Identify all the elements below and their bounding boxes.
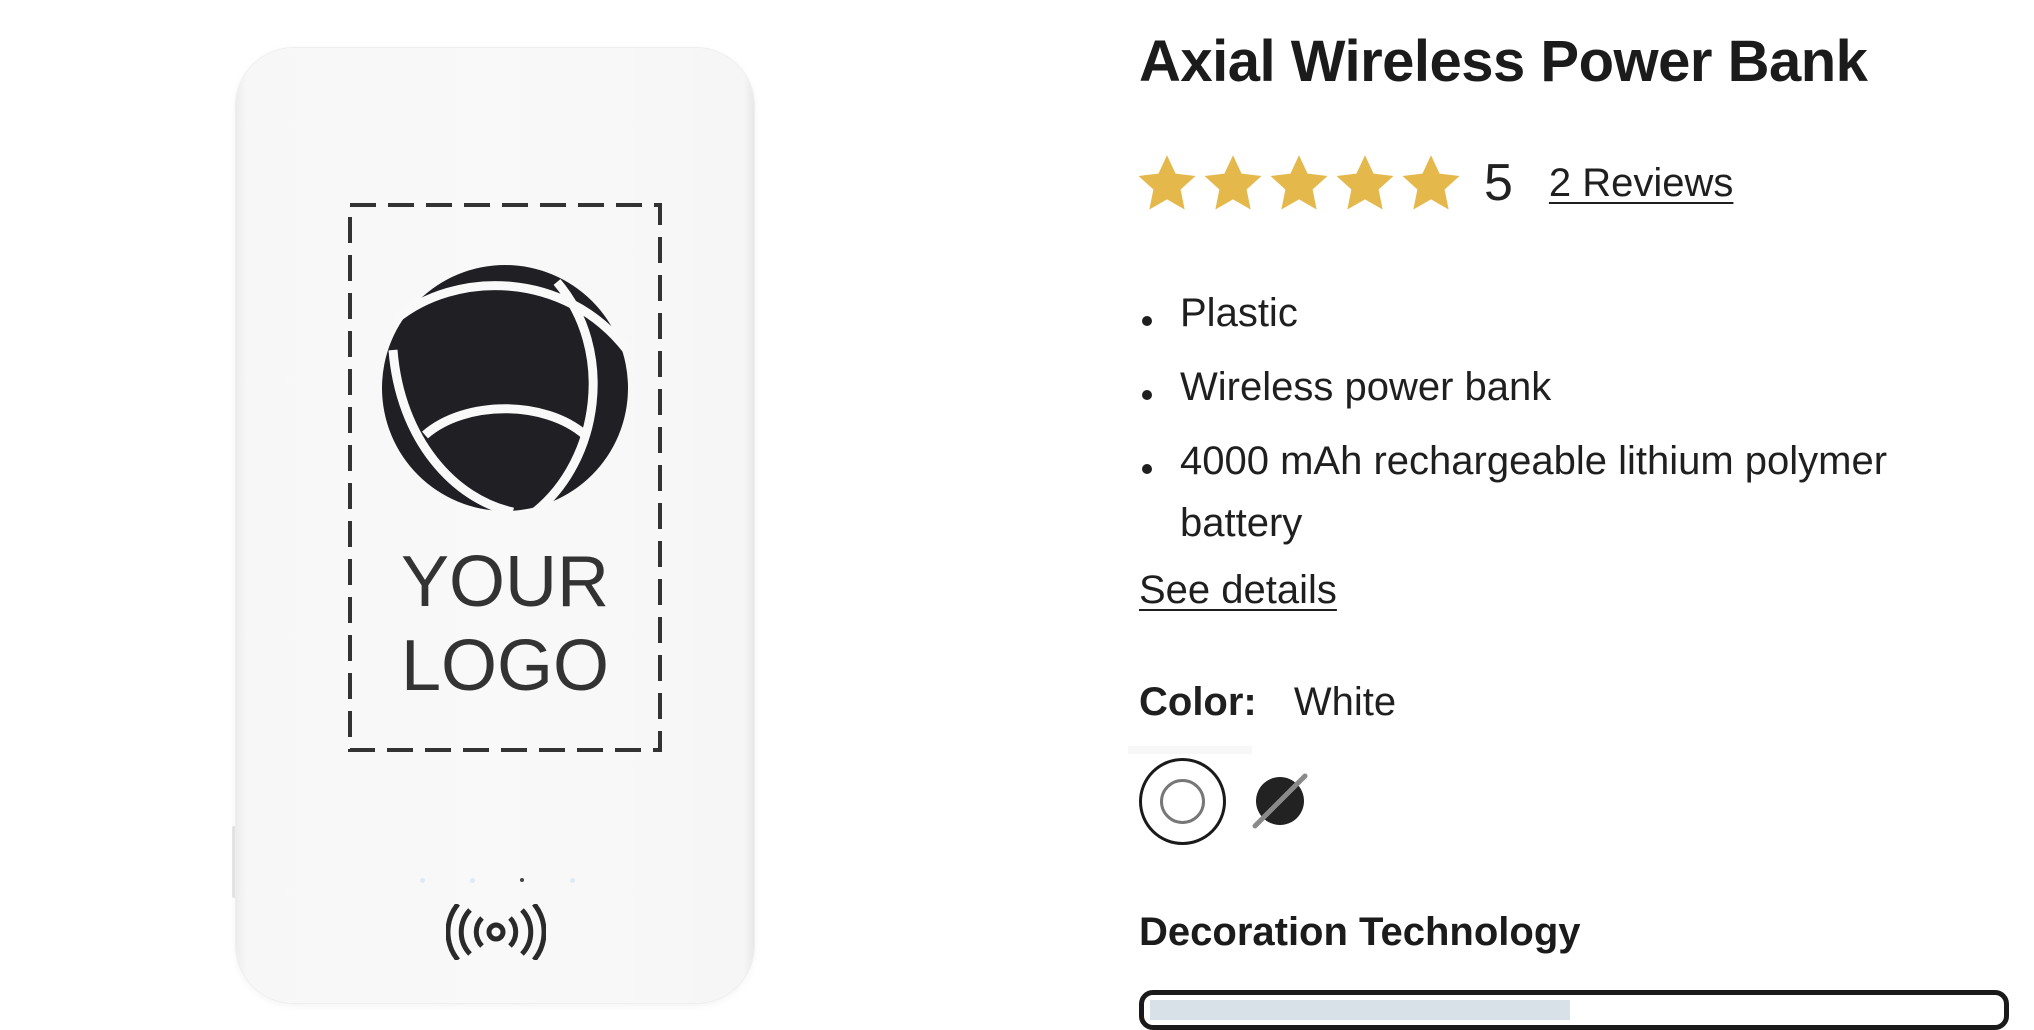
reviews-link[interactable]: 2 Reviews	[1549, 161, 1734, 206]
star-icon	[1204, 155, 1262, 210]
color-swatch-white-fill	[1160, 779, 1205, 824]
color-swatch-black[interactable]	[1249, 770, 1311, 832]
selected-color-value: White	[1293, 680, 1397, 724]
star-icon	[1138, 155, 1196, 210]
led-indicator	[570, 878, 575, 883]
led-indicator	[470, 878, 475, 883]
feature-item: Plastic	[1139, 282, 2019, 344]
wireless-charging-icon	[446, 904, 546, 960]
logo-text-line-1: YOUR	[401, 542, 609, 622]
led-indicator	[520, 878, 524, 882]
feature-item: Wireless power bank	[1139, 356, 2019, 418]
logo-placeholder-icon	[382, 265, 631, 517]
star-icon	[1402, 155, 1460, 210]
logo-placeholder: YOUR LOGO	[348, 203, 662, 752]
logo-text-line-2: LOGO	[401, 626, 609, 706]
decoration-option-image	[1150, 1000, 1570, 1020]
rating-row: 5 2 Reviews	[1136, 148, 1733, 218]
swatch-highlight	[1128, 746, 1252, 754]
see-details-link[interactable]: See details	[1139, 568, 1337, 613]
decoration-technology-heading: Decoration Technology	[1139, 910, 1581, 954]
decoration-option[interactable]	[1139, 990, 2009, 1030]
star-icon	[1336, 155, 1394, 210]
rating-value: 5	[1484, 154, 1513, 212]
feature-item: 4000 mAh rechargeable lithium polymer ba…	[1139, 430, 2019, 554]
color-swatch-white[interactable]	[1139, 758, 1226, 845]
star-rating	[1136, 154, 1466, 212]
color-label: Color:	[1139, 680, 1257, 724]
color-selection: Color: White	[1139, 680, 1396, 725]
product-title: Axial Wireless Power Bank	[1139, 29, 1868, 94]
led-indicator	[420, 878, 425, 883]
feature-list: Plastic Wireless power bank 4000 mAh rec…	[1139, 282, 2019, 566]
star-icon	[1270, 155, 1328, 210]
